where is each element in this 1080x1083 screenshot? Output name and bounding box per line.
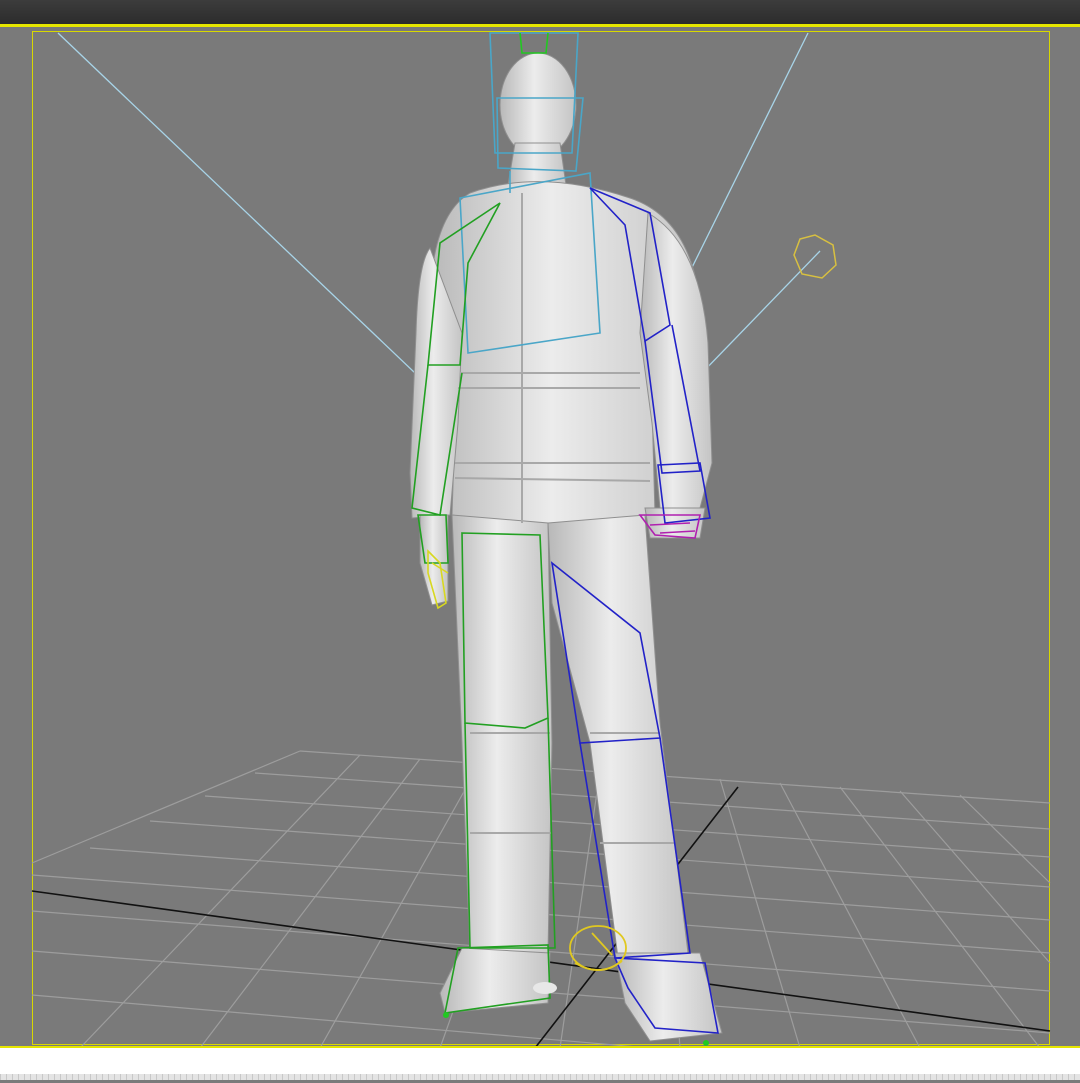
left-foot-pivot[interactable] xyxy=(443,1012,449,1018)
timeline-ticks xyxy=(0,1074,1080,1080)
scene-canvas[interactable] xyxy=(0,3,1080,1083)
ground-contact-marker xyxy=(533,982,557,994)
mesh-head xyxy=(499,52,577,158)
mesh-leg-right xyxy=(547,514,689,959)
character-mesh[interactable] xyxy=(409,52,723,1042)
perspective-viewport[interactable] xyxy=(0,24,1080,1049)
mesh-leg-left xyxy=(451,514,553,959)
timeline-track-bar[interactable] xyxy=(0,1046,1080,1080)
